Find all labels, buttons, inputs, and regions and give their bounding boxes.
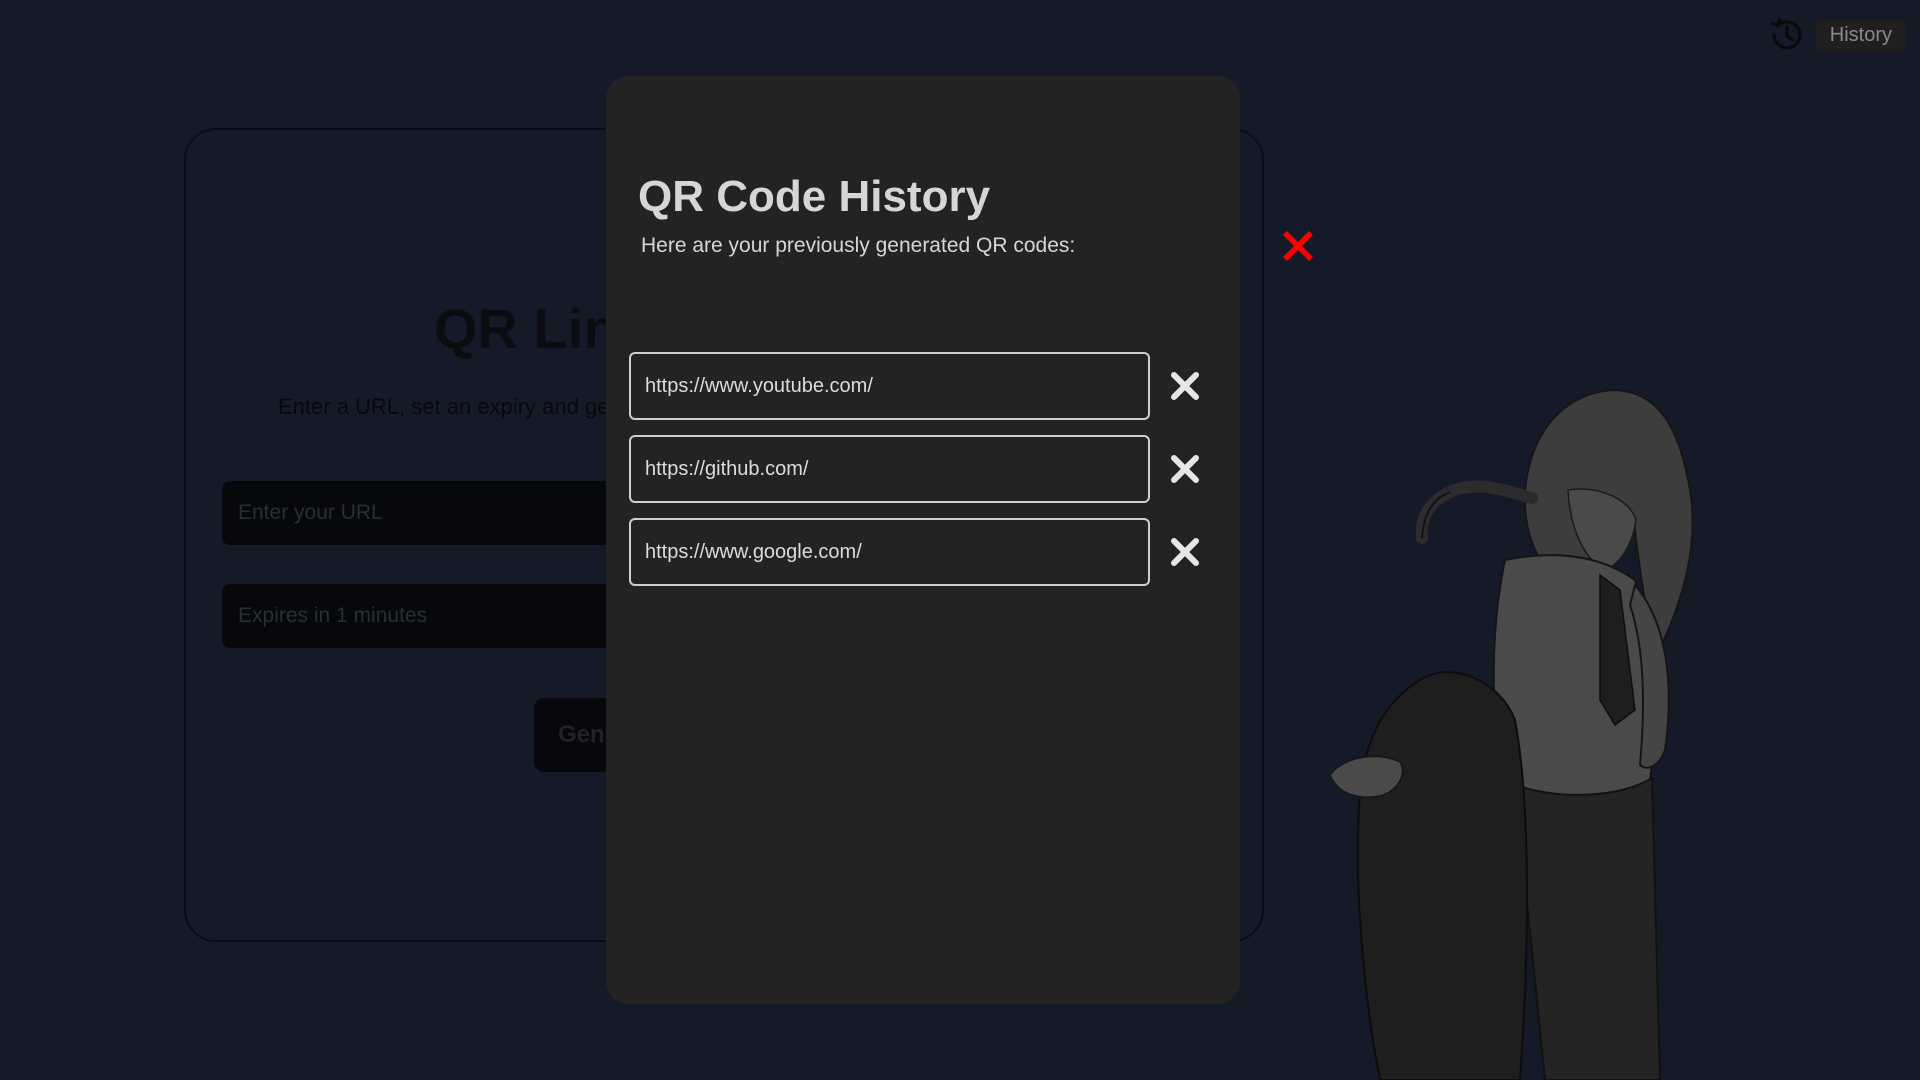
history-button[interactable]: History [1766, 14, 1906, 56]
history-modal: QR Code History Here are your previously… [606, 76, 1240, 1004]
history-url-field[interactable]: https://github.com/ [629, 435, 1150, 503]
page-subtitle: Enter a URL, set an expiry and ge [278, 394, 610, 419]
list-item: https://www.google.com/ [629, 518, 1199, 586]
history-url-field[interactable]: https://www.google.com/ [629, 518, 1150, 586]
page-title: QR Lin [434, 297, 618, 360]
remove-x-icon[interactable] [1169, 453, 1201, 485]
character-illustration [1329, 388, 1694, 1080]
history-label: History [1815, 19, 1906, 51]
remove-x-icon[interactable] [1169, 370, 1201, 402]
list-item: https://github.com/ [629, 435, 1199, 503]
modal-title: QR Code History [638, 172, 991, 221]
modal-subtitle: Here are your previously generated QR co… [641, 234, 1076, 257]
history-url-field[interactable]: https://www.youtube.com/ [629, 352, 1150, 420]
remove-x-icon[interactable] [1169, 536, 1201, 568]
close-icon[interactable] [1278, 226, 1318, 266]
history-clock-icon [1770, 18, 1802, 50]
list-item: https://www.youtube.com/ [629, 352, 1199, 420]
